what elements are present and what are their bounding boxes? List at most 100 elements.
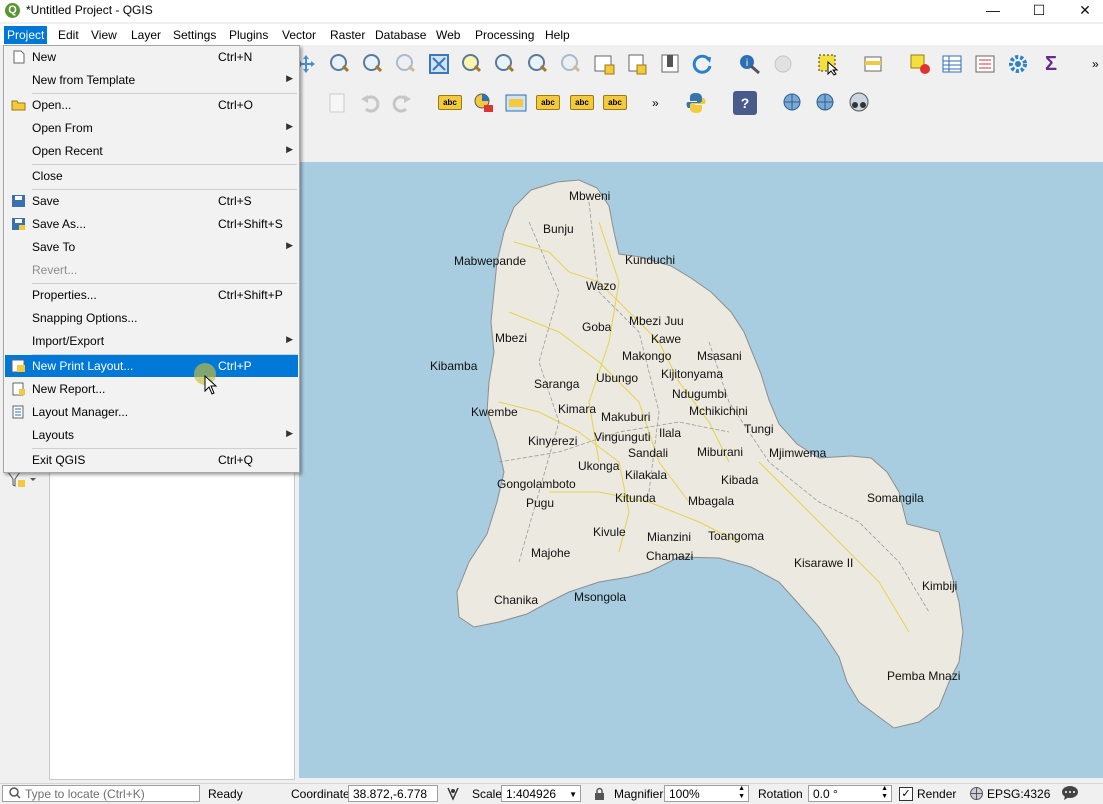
menu-database[interactable]: Database [372, 26, 429, 44]
new-3d-view-icon[interactable] [625, 52, 649, 76]
menu-item-import-export[interactable]: Import/Export ▶ [5, 330, 298, 352]
layer-labeling-icon[interactable]: abc [438, 95, 462, 110]
toolbar2-overflow-icon[interactable]: » [652, 96, 659, 110]
deselect-all-icon[interactable] [908, 52, 932, 76]
menu-project[interactable]: Project [4, 26, 48, 44]
highlight-pinned-labels-icon[interactable] [504, 91, 528, 115]
map-canvas[interactable]: Mbweni Bunju Mabwepande Kunduchi Wazo Go… [299, 162, 1103, 778]
menu-web[interactable]: Web [433, 26, 463, 44]
menu-item-new[interactable]: New Ctrl+N [5, 46, 298, 68]
layer-copy-icon[interactable] [325, 91, 349, 115]
menu-plugins[interactable]: Plugins [226, 26, 271, 44]
menu-item-close[interactable]: Close [5, 165, 298, 187]
show-hide-labels-icon[interactable]: abc [570, 95, 594, 110]
menu-layer[interactable]: Layer [128, 26, 164, 44]
layer-tree[interactable] [49, 470, 295, 780]
statistical-summary-icon[interactable]: Σ [1039, 52, 1063, 76]
metasearch-icon[interactable] [781, 91, 805, 115]
menu-item-save[interactable]: Save Ctrl+S [5, 190, 298, 212]
menu-view[interactable]: View [88, 26, 120, 44]
locator-search-input[interactable]: Type to locate (Ctrl+K) [2, 785, 200, 802]
toolbar-overflow-icon[interactable]: » [1092, 57, 1099, 71]
zoom-native-icon[interactable] [394, 53, 416, 75]
menu-processing[interactable]: Processing [472, 26, 537, 44]
map-label: Miburani [697, 445, 744, 459]
select-by-value-icon[interactable] [862, 52, 886, 76]
map-label: Gongolamboto [497, 477, 576, 491]
undo-icon[interactable] [358, 91, 382, 115]
menu-item-new-report[interactable]: New Report... [5, 378, 298, 400]
new-map-view-icon[interactable] [592, 52, 616, 76]
attribute-table-icon[interactable] [940, 52, 964, 76]
messages-icon[interactable] [1061, 785, 1079, 804]
title-bar: Q *Untitled Project - QGIS — ☐ ✕ [0, 0, 1103, 22]
menu-item-new-print-layout[interactable]: New Print Layout... Ctrl+P [5, 355, 298, 377]
crs-button[interactable]: EPSG:4326 [987, 787, 1050, 801]
zoom-in-icon[interactable] [328, 53, 350, 75]
layer-diagram-icon[interactable] [472, 91, 496, 115]
menu-help[interactable]: Help [542, 26, 573, 44]
map-label: Pugu [526, 496, 555, 510]
menu-item-save-to[interactable]: Save To ▶ [5, 236, 298, 258]
menu-edit[interactable]: Edit [55, 26, 82, 44]
close-button[interactable]: ✕ [1062, 0, 1103, 22]
zoom-to-selection-icon[interactable] [460, 53, 482, 75]
search-icon [9, 787, 21, 802]
menu-item-snapping-options[interactable]: Snapping Options... [5, 307, 298, 329]
lock-icon[interactable] [593, 787, 605, 804]
magnifier-spinbox[interactable]: 100% ▲ ▼ [664, 785, 749, 802]
refresh-icon[interactable] [690, 52, 714, 76]
menu-item-open-recent[interactable]: Open Recent ▶ [5, 140, 298, 162]
menu-item-new-from-template[interactable]: New from Template ▶ [5, 69, 298, 91]
map-label: Ndugumbi [672, 387, 727, 401]
menu-item-layouts[interactable]: Layouts ▶ [5, 424, 298, 446]
minimize-button[interactable]: — [970, 0, 1016, 22]
filter-icon[interactable] [6, 470, 36, 493]
move-label-icon[interactable]: abc [603, 95, 627, 110]
menu-item-layout-manager[interactable]: Layout Manager... [5, 401, 298, 423]
zoom-full-icon[interactable] [427, 52, 451, 76]
wms-search-icon[interactable] [814, 91, 838, 115]
zoom-last-icon[interactable] [526, 53, 548, 75]
field-calculator-icon[interactable] [973, 52, 997, 76]
python-console-icon[interactable] [684, 91, 708, 115]
map-label: Kunduchi [625, 253, 676, 267]
identify-icon[interactable]: i [738, 52, 762, 76]
map-label: Saranga [534, 377, 580, 391]
menu-vector[interactable]: Vector [279, 26, 319, 44]
render-checkbox[interactable]: ✓ [899, 787, 913, 801]
pin-labels-icon[interactable]: abc [536, 95, 560, 110]
menu-bar: Project Edit View Layer Settings Plugins… [0, 24, 1103, 45]
bookmark-icon[interactable] [658, 52, 682, 76]
menu-settings[interactable]: Settings [170, 26, 219, 44]
run-feature-action-icon[interactable] [771, 52, 795, 76]
map-label: Mbezi [495, 331, 528, 345]
spy-glasses-icon[interactable] [847, 91, 871, 115]
redo-icon[interactable] [390, 91, 414, 115]
map-label: Toangoma [708, 529, 765, 543]
scale-combobox[interactable]: 1:404926 ▼ [501, 785, 581, 802]
help-icon[interactable]: ? [733, 91, 757, 115]
zoom-to-layer-icon[interactable] [493, 53, 515, 75]
zoom-out-icon[interactable] [361, 53, 383, 75]
crs-globe-icon[interactable] [969, 786, 984, 804]
report-icon [11, 382, 26, 396]
menu-item-properties[interactable]: Properties... Ctrl+Shift+P [5, 284, 298, 306]
menu-item-exit-qgis[interactable]: Exit QGIS Ctrl+Q [5, 449, 298, 471]
menu-item-open-from[interactable]: Open From ▶ [5, 117, 298, 139]
menu-item-open[interactable]: Open... Ctrl+O [5, 94, 298, 116]
map-label: Kijitonyama [661, 367, 724, 381]
extents-toggle-icon[interactable] [446, 786, 460, 804]
save-as-icon [11, 217, 26, 231]
qgis-logo-icon: Q [5, 3, 20, 18]
zoom-next-icon[interactable] [559, 53, 581, 75]
processing-toolbox-icon[interactable] [1006, 52, 1030, 76]
rotation-spinbox[interactable]: 0.0 ° ▲ ▼ [808, 785, 892, 802]
select-features-icon[interactable] [816, 52, 840, 76]
map-label: Kitunda [615, 491, 656, 505]
menu-item-save-as[interactable]: Save As... Ctrl+Shift+S [5, 213, 298, 235]
window-title: *Untitled Project - QGIS [26, 3, 153, 17]
coordinate-field[interactable]: 38.872,-6.778 [348, 785, 438, 802]
menu-raster[interactable]: Raster [327, 26, 368, 44]
maximize-button[interactable]: ☐ [1016, 0, 1062, 22]
